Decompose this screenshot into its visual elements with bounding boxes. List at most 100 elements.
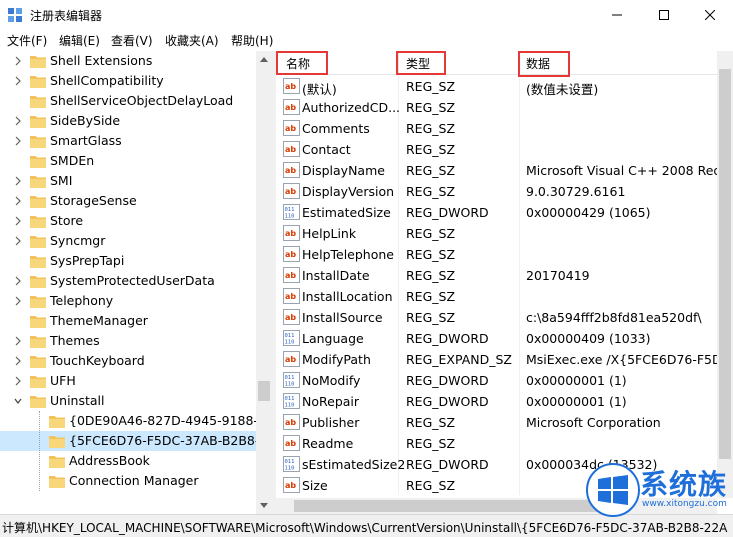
value-row[interactable]: ab AuthorizedCD... REG_SZ — [276, 97, 717, 118]
value-row[interactable]: ab ModifyPath REG_EXPAND_SZ MsiExec.exe /X{… — [276, 349, 733, 370]
value-row[interactable]: ab HelpTelephone REG_SZ — [276, 244, 717, 265]
svg-text:110: 110 — [285, 382, 295, 388]
string-value-icon: ab — [283, 351, 300, 367]
value-row[interactable]: 011 110 EstimatedSize REG_DWORD 0x00000429 (… — [276, 202, 717, 223]
folder-icon — [30, 136, 46, 148]
folder-icon — [30, 156, 46, 168]
values-list[interactable]: 名称 类型 数据 ab (默认) REG_SZ (数值未设置) ab Authorized… — [276, 51, 733, 514]
value-row[interactable]: ab Comments REG_SZ — [276, 118, 717, 139]
chevron-right-icon[interactable] — [13, 195, 23, 207]
value-row[interactable]: 011 110 NoModify REG_DWORD 0x00000001 (1) — [276, 370, 717, 391]
string-value-icon: ab — [283, 99, 300, 115]
chevron-right-icon[interactable] — [13, 175, 23, 187]
values-hscroll-thumb[interactable] — [294, 500, 624, 512]
list-header: 名称 类型 数据 — [276, 51, 717, 75]
tree-item[interactable]: ThemeManager — [0, 311, 256, 331]
svg-text:110: 110 — [285, 466, 295, 472]
svg-text:011: 011 — [285, 396, 295, 402]
tree-item[interactable]: SideBySide — [0, 111, 256, 131]
value-data: c:\8a594fff2b8fd81ea520df\ — [526, 310, 702, 325]
tree-item-label: StorageSense — [50, 193, 137, 208]
values-vertical-scrollbar[interactable] — [717, 51, 733, 498]
tree-item[interactable]: Shell Extensions — [0, 51, 256, 71]
maximize-button[interactable] — [641, 0, 687, 30]
tree-item[interactable]: SystemProtectedUserData — [0, 271, 256, 291]
value-data: 0x00000001 (1) — [526, 394, 627, 409]
value-data: 9.0.30729.6161 — [526, 184, 626, 199]
menu-favorites[interactable]: 收藏夹(A) — [165, 32, 219, 49]
tree-item-label: SMI — [50, 173, 73, 188]
svg-text:011: 011 — [285, 333, 295, 339]
tree-item[interactable]: SmartGlass — [0, 131, 256, 151]
value-type: REG_SZ — [406, 226, 456, 241]
menu-help[interactable]: 帮助(H) — [231, 32, 273, 49]
folder-icon — [30, 276, 46, 288]
close-button[interactable] — [687, 0, 733, 30]
folder-icon — [30, 376, 46, 388]
folder-icon — [49, 416, 65, 428]
tree-item[interactable]: ShellCompatibility — [0, 71, 256, 91]
value-name: Size — [302, 478, 328, 493]
chevron-right-icon[interactable] — [13, 75, 23, 87]
chevron-right-icon[interactable] — [13, 355, 23, 367]
chevron-right-icon[interactable] — [13, 235, 23, 247]
scroll-up-arrow[interactable] — [256, 51, 272, 68]
value-type: REG_SZ — [406, 142, 456, 157]
value-row[interactable]: ab DisplayVersion REG_SZ 9.0.30729.6161 — [276, 181, 717, 202]
chevron-right-icon[interactable] — [13, 275, 23, 287]
menu-edit[interactable]: 编辑(E) — [59, 32, 100, 49]
tree-item[interactable]: Syncmgr — [0, 231, 256, 251]
chevron-right-icon[interactable] — [13, 375, 23, 387]
chevron-down-icon[interactable] — [13, 395, 23, 407]
chevron-right-icon[interactable] — [13, 55, 23, 67]
tree-item-label: Connection Manager — [69, 473, 199, 488]
value-row[interactable]: ab Contact REG_SZ — [276, 139, 717, 160]
tree-item[interactable]: Uninstall — [0, 391, 256, 411]
chevron-right-icon[interactable] — [13, 335, 23, 347]
tree-item[interactable]: SMI — [0, 171, 256, 191]
value-row[interactable]: ab HelpLink REG_SZ — [276, 223, 717, 244]
value-row[interactable]: ab InstallSource REG_SZ c:\8a594fff2b8fd81e… — [276, 307, 717, 328]
scroll-down-arrow[interactable] — [256, 497, 272, 514]
key-tree[interactable]: Shell Extensions ShellCompatibility ShellS… — [0, 51, 272, 514]
value-name: DisplayName — [302, 163, 385, 178]
watermark-text: 系统族 — [640, 468, 728, 501]
minimize-button[interactable] — [594, 0, 640, 30]
value-row[interactable]: ab Publisher REG_SZ Microsoft Corporation — [276, 412, 717, 433]
tree-item[interactable]: StorageSense — [0, 191, 256, 211]
value-row[interactable]: 011 110 Language REG_DWORD 0x00000409 (1033) — [276, 328, 717, 349]
value-row[interactable]: ab InstallLocation REG_SZ — [276, 286, 717, 307]
minimize-icon — [612, 14, 622, 16]
chevron-right-icon[interactable] — [13, 295, 23, 307]
tree-item-label: AddressBook — [69, 453, 150, 468]
chevron-right-icon[interactable] — [13, 115, 23, 127]
tree-item[interactable]: ShellServiceObjectDelayLoad — [0, 91, 256, 111]
menu-file[interactable]: 文件(F) — [7, 32, 47, 49]
value-row[interactable]: ab Readme REG_SZ — [276, 433, 717, 454]
value-row[interactable]: ab DisplayName REG_SZ Microsoft Visual C++ … — [276, 160, 731, 181]
value-name: Contact — [302, 142, 351, 157]
value-row[interactable]: ab InstallDate REG_SZ 20170419 — [276, 265, 717, 286]
tree-item[interactable]: SMDEn — [0, 151, 256, 171]
tree-item[interactable]: TouchKeyboard — [0, 351, 256, 371]
folder-icon — [30, 56, 46, 68]
chevron-right-icon[interactable] — [13, 135, 23, 147]
svg-text:011: 011 — [285, 459, 295, 465]
menu-view[interactable]: 查看(V) — [111, 32, 153, 49]
svg-text:110: 110 — [285, 340, 295, 346]
value-row[interactable]: 011 110 NoRepair REG_DWORD 0x00000001 (1) — [276, 391, 717, 412]
folder-icon — [49, 476, 65, 488]
tree-item[interactable]: Telephony — [0, 291, 256, 311]
value-type: REG_DWORD — [406, 331, 489, 346]
tree-scroll-thumb[interactable] — [258, 381, 270, 401]
values-vscroll-thumb[interactable] — [719, 69, 731, 459]
tree-item[interactable]: SysPrepTapi — [0, 251, 256, 271]
svg-text:ab: ab — [285, 250, 296, 259]
tree-item[interactable]: Store — [0, 211, 256, 231]
tree-scrollbar[interactable] — [256, 51, 272, 514]
chevron-right-icon[interactable] — [13, 215, 23, 227]
tree-item[interactable]: UFH — [0, 371, 256, 391]
string-value-icon: ab — [283, 246, 300, 262]
value-row[interactable]: ab (默认) REG_SZ (数值未设置) — [276, 76, 717, 97]
tree-item[interactable]: Themes — [0, 331, 256, 351]
